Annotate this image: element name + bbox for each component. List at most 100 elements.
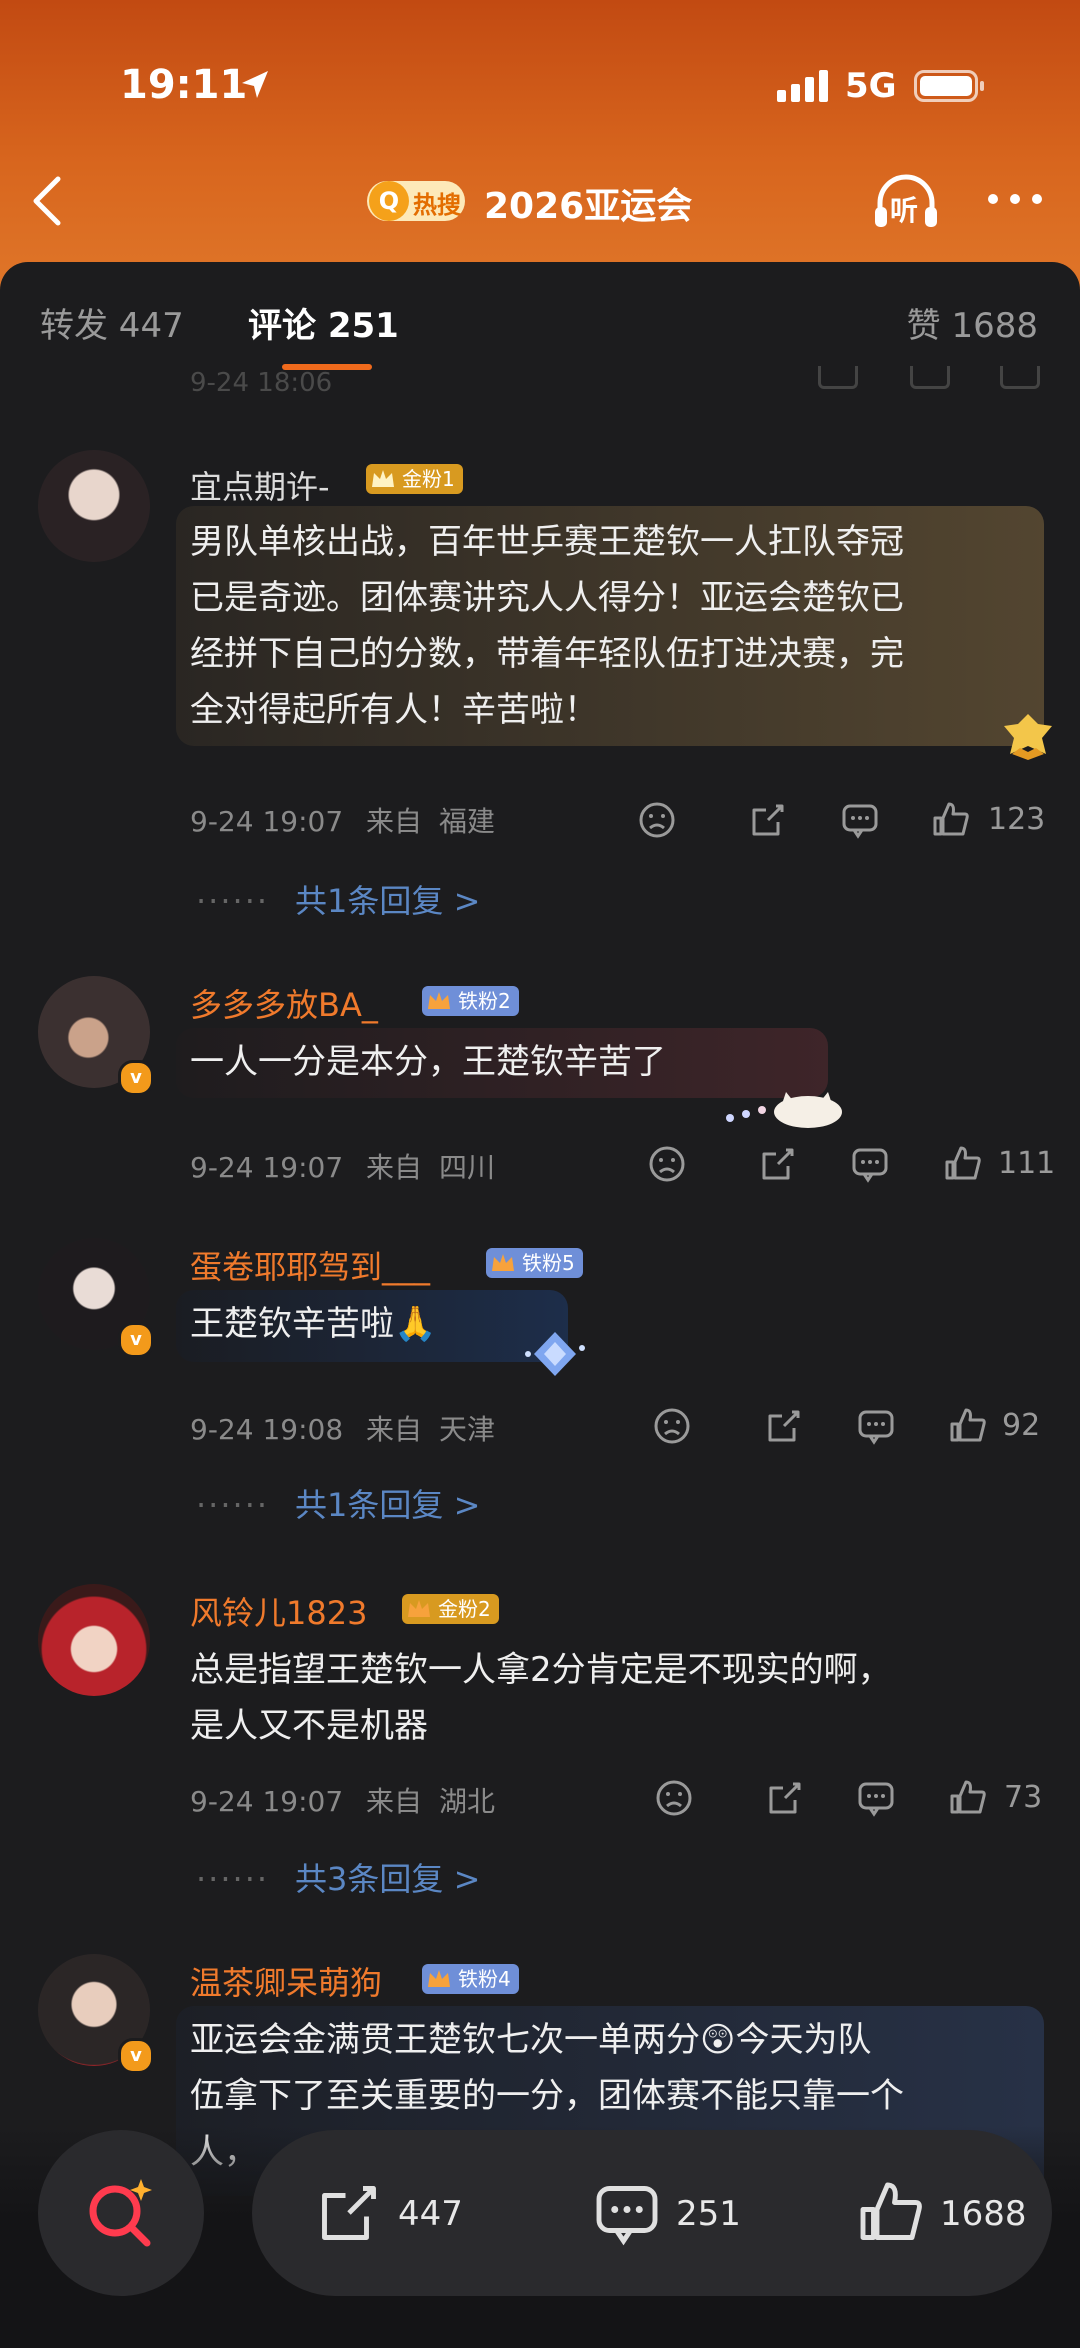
tab-comments[interactable]: 评论 251 — [248, 298, 399, 347]
fan-badge-label: 铁粉4 — [458, 1967, 511, 1991]
comment-username[interactable]: 蛋卷耶耶驾到___ — [190, 1242, 430, 1288]
search-logo-icon: Q — [369, 181, 409, 221]
share-icon[interactable] — [764, 1406, 804, 1446]
location-arrow-icon — [242, 71, 268, 98]
comment-username[interactable]: 温茶卿呆萌狗 — [190, 1958, 382, 2004]
page-title: 2026亚运会 — [484, 186, 693, 227]
reply-icon[interactable] — [856, 1406, 896, 1446]
reply-count-link[interactable]: 共1条回复 > — [295, 1486, 480, 1524]
reply-dots: ······ — [196, 1486, 270, 1524]
listen-label: 听 — [890, 194, 919, 227]
ai-search-icon — [89, 2179, 152, 2247]
comment-location-prefix: 来自 — [366, 1413, 423, 1446]
avatar[interactable] — [38, 1584, 150, 1696]
dislike-icon[interactable] — [654, 1778, 694, 1818]
status-time: 19:11 — [120, 62, 248, 108]
crown-icon — [428, 1970, 450, 1987]
crown-icon — [492, 1254, 514, 1271]
comment-count: 251 — [676, 2194, 741, 2234]
comment-meta: 9-24 19:07 来自 四川 — [190, 1146, 495, 1186]
like-count: 92 — [1002, 1408, 1041, 1443]
listen-button[interactable]: 听 — [870, 169, 942, 233]
fan-badge-label: 铁粉2 — [458, 989, 511, 1013]
scrolled-share-icon — [818, 366, 858, 389]
dislike-icon[interactable] — [647, 1144, 687, 1184]
reply-dots: ······ — [196, 882, 270, 920]
comment-location-prefix: 来自 — [366, 1151, 423, 1184]
comment-meta: 9-24 19:07 来自 福建 — [190, 800, 495, 840]
comment-location-prefix: 来自 — [366, 1785, 423, 1818]
network-type: 5G — [845, 66, 897, 106]
reply-icon[interactable] — [856, 1778, 896, 1818]
fan-badge: 铁粉4 — [422, 1964, 519, 1994]
comment-text: 一人一分是本分，王楚钦辛苦了 — [190, 1042, 666, 1082]
fan-badge-label: 铁粉5 — [522, 1251, 575, 1275]
fan-badge: 金粉2 — [402, 1594, 499, 1624]
more-dots-icon[interactable] — [985, 179, 1045, 219]
tab-bar: 转发 447 评论 251 赞 1688 — [0, 262, 1080, 370]
tab-forwards[interactable]: 转发 447 — [40, 298, 184, 347]
status-bar: 19:11 5G — [0, 62, 1080, 122]
bottom-action-bar: 447 251 1688 — [252, 2130, 1052, 2296]
reply-icon[interactable] — [840, 800, 880, 840]
forward-count: 447 — [398, 2194, 463, 2234]
dislike-icon[interactable] — [652, 1406, 692, 1446]
like-count-total: 1688 — [940, 2194, 1027, 2234]
nav-bar: Q 热搜 2026亚运会 听 — [0, 165, 1080, 235]
comment-meta: 9-24 19:07 来自 湖北 — [190, 1780, 495, 1820]
comment-username[interactable]: 风铃儿1823 — [190, 1588, 367, 1634]
avatar[interactable] — [38, 450, 150, 562]
fan-badge: 铁粉5 — [486, 1248, 583, 1278]
like-icon[interactable] — [948, 1406, 988, 1446]
like-icon[interactable] — [943, 1144, 983, 1184]
fan-badge: 金粉1 — [366, 464, 463, 494]
comment-date: 9-24 19:07 — [190, 1785, 344, 1818]
battery-icon — [914, 70, 984, 102]
reply-count-link[interactable]: 共3条回复 > — [295, 1860, 480, 1898]
signal-bars-icon — [777, 70, 828, 102]
star-badge-icon — [1004, 714, 1052, 760]
comment-location: 湖北 — [438, 1785, 495, 1818]
chevron-left-icon[interactable] — [28, 173, 68, 229]
comment-location: 天津 — [438, 1413, 495, 1446]
hot-search-label: 热搜 — [413, 191, 461, 219]
fan-badge-label: 金粉2 — [438, 1597, 491, 1621]
comment-date: 9-24 19:07 — [190, 805, 344, 838]
crown-icon — [428, 992, 450, 1009]
dislike-icon[interactable] — [637, 800, 677, 840]
comment-icon — [596, 2186, 658, 2246]
scrolled-meta: 9-24 18:06 — [190, 368, 333, 398]
comment-username[interactable]: 宜点期许- — [190, 462, 330, 508]
share-icon[interactable] — [758, 1144, 798, 1184]
reply-count-link[interactable]: 共1条回复 > — [295, 882, 480, 920]
comment-location-prefix: 来自 — [366, 805, 423, 838]
ai-search-button[interactable] — [38, 2130, 204, 2296]
reply-summary[interactable]: ······ 共1条回复 > — [196, 876, 480, 922]
reply-summary[interactable]: ······ 共3条回复 > — [196, 1854, 480, 1900]
verified-badge: v — [118, 2038, 154, 2074]
comment-location: 四川 — [438, 1151, 495, 1184]
like-count: 123 — [988, 802, 1046, 837]
reply-dots: ······ — [196, 1860, 270, 1898]
share-icon[interactable] — [748, 800, 788, 840]
like-icon[interactable] — [948, 1778, 988, 1818]
comment-location: 福建 — [438, 805, 495, 838]
scrolled-like-icon — [1000, 366, 1040, 389]
tab-likes[interactable]: 赞 1688 — [907, 298, 1038, 347]
share-icon — [322, 2186, 376, 2240]
share-icon[interactable] — [765, 1778, 805, 1818]
like-count: 73 — [1004, 1780, 1043, 1815]
comment-meta: 9-24 19:08 来自 天津 — [190, 1408, 495, 1448]
like-icon[interactable] — [931, 800, 971, 840]
reply-icon[interactable] — [850, 1144, 890, 1184]
verified-badge: v — [118, 1322, 154, 1358]
fan-badge: 铁粉2 — [422, 986, 519, 1016]
comment-date: 9-24 19:08 — [190, 1413, 344, 1446]
comment-username[interactable]: 多多多放BA_ — [190, 980, 378, 1026]
comment-date: 9-24 19:07 — [190, 1151, 344, 1184]
crown-icon — [408, 1600, 430, 1617]
like-count: 111 — [998, 1146, 1056, 1181]
hot-search-badge[interactable]: Q 热搜 — [367, 181, 465, 221]
reply-summary[interactable]: ······ 共1条回复 > — [196, 1480, 480, 1526]
comment-text: 总是指望王楚钦一人拿2分肯定是不现实的啊， 是人又不是机器 — [190, 1650, 892, 1746]
